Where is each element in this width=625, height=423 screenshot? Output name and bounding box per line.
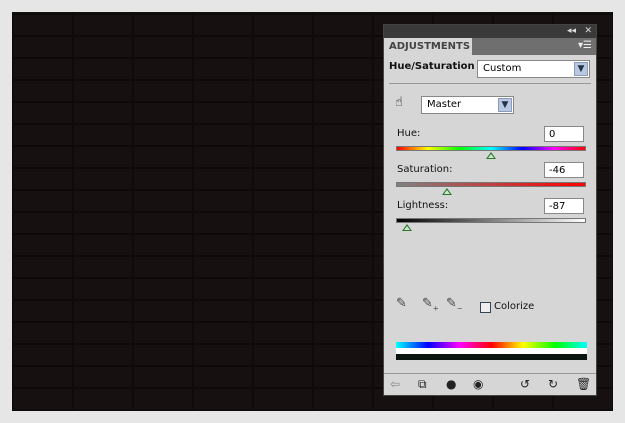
trash-icon[interactable]: 🗑 <box>576 377 591 391</box>
output-color-bar <box>396 354 587 360</box>
chevron-down-icon: ▼ <box>574 62 588 76</box>
clip-layer-icon[interactable]: ● <box>446 377 456 391</box>
eyedropper-icon[interactable]: ✎ <box>396 296 407 311</box>
lightness-input[interactable]: -87 <box>544 198 584 214</box>
view-previous-icon[interactable]: ↺ <box>520 377 530 391</box>
channel-value: Master <box>427 99 462 110</box>
hue-input[interactable]: 0 <box>544 126 584 142</box>
eyedropper-minus-icon[interactable]: ✎− <box>446 296 463 313</box>
lightness-slider[interactable] <box>396 218 586 223</box>
hue-label: Hue: <box>397 128 421 139</box>
saturation-input[interactable]: -46 <box>544 162 584 178</box>
panel-footer: ⇦ ⧉ ● ◉ ↺ ↻ 🗑 <box>384 373 596 395</box>
close-icon[interactable]: ✕ <box>584 25 592 38</box>
hue-slider-thumb[interactable] <box>486 152 496 159</box>
colorize-label: Colorize <box>494 301 535 312</box>
adjustments-panel: ◂◂ ✕ ADJUSTMENTS ▾☰ Hue/Saturation Custo… <box>383 24 597 396</box>
chevron-down-icon: ▼ <box>498 98 512 112</box>
expand-view-icon[interactable]: ⧉ <box>418 377 427 392</box>
reset-icon[interactable]: ↻ <box>548 377 558 391</box>
lightness-slider-thumb[interactable] <box>402 224 412 231</box>
preset-select[interactable]: Custom ▼ <box>477 60 590 78</box>
saturation-slider-thumb[interactable] <box>442 188 452 195</box>
divider <box>389 83 591 84</box>
hue-slider[interactable] <box>396 146 586 151</box>
saturation-slider[interactable] <box>396 182 586 187</box>
collapse-icon[interactable]: ◂◂ <box>567 25 576 38</box>
back-arrow-icon[interactable]: ⇦ <box>390 377 400 391</box>
preset-value: Custom <box>483 63 522 74</box>
colorize-checkbox[interactable] <box>480 302 491 313</box>
panel-titlebar: ◂◂ ✕ <box>384 25 596 38</box>
panel-menu-icon[interactable]: ▾☰ <box>578 40 592 51</box>
lightness-label: Lightness: <box>397 200 449 211</box>
channel-select[interactable]: Master ▼ <box>421 96 514 114</box>
tab-adjustments[interactable]: ADJUSTMENTS <box>384 38 472 55</box>
targeted-adjustment-icon[interactable]: ☝ <box>395 95 403 110</box>
visibility-eye-icon[interactable]: ◉ <box>473 377 483 391</box>
adjustment-name: Hue/Saturation <box>389 61 475 72</box>
eyedropper-plus-icon[interactable]: ✎+ <box>422 296 439 313</box>
saturation-label: Saturation: <box>397 164 453 175</box>
